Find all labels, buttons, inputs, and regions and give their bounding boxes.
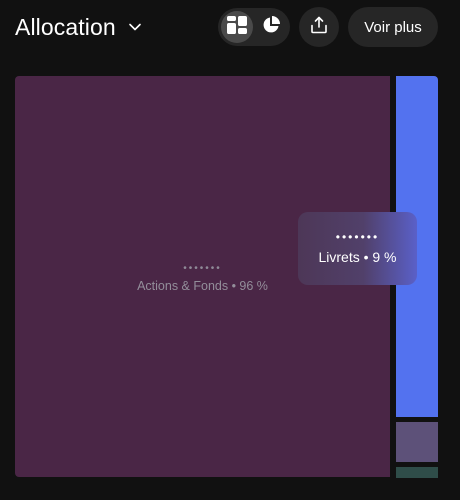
header: Allocation Voir plus	[0, 0, 460, 54]
see-more-button[interactable]: Voir plus	[348, 7, 438, 47]
tooltip-name-percent: Livrets • 9 %	[318, 249, 397, 265]
treemap-tile[interactable]	[396, 422, 438, 462]
tooltip-livrets: ••••••• Livrets • 9 %	[298, 212, 417, 285]
treemap-view-button[interactable]	[221, 11, 253, 43]
view-toggle	[218, 8, 290, 46]
allocation-dropdown[interactable]: Allocation	[15, 10, 142, 44]
treemap-icon	[227, 15, 247, 39]
share-icon	[310, 16, 328, 39]
pie-chart-view-button[interactable]	[255, 11, 287, 43]
chevron-down-icon	[128, 20, 142, 34]
share-button[interactable]	[299, 7, 339, 47]
masked-amount: •••••••	[335, 230, 380, 244]
pie-chart-icon	[262, 15, 280, 39]
treemap-tile[interactable]	[396, 467, 438, 478]
page-title: Allocation	[15, 13, 116, 40]
allocation-screen: Allocation Voir plus ••••••• Actions & F…	[0, 0, 460, 500]
